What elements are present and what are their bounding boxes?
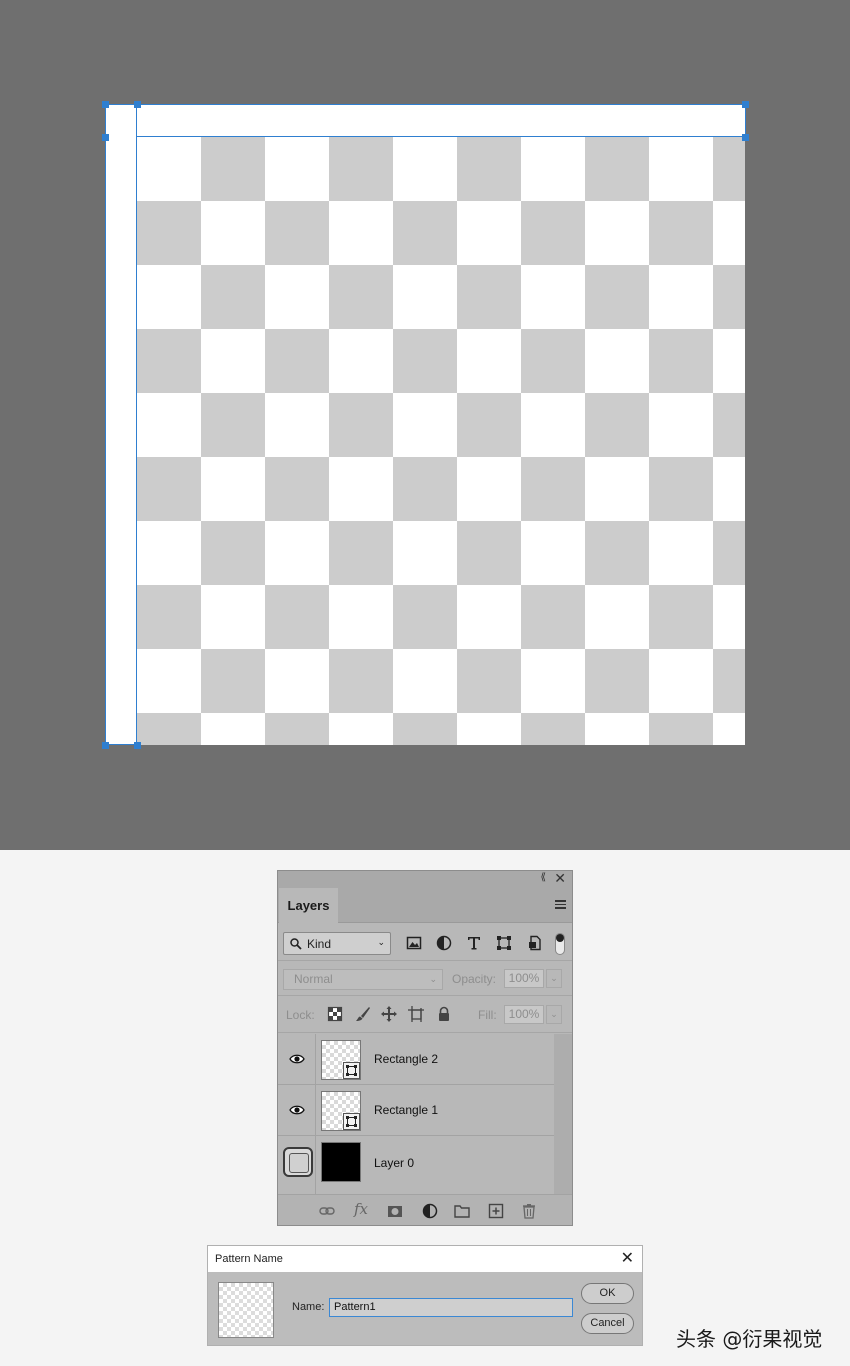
- panel-bottom-toolbar: fx: [278, 1194, 572, 1225]
- new-layer-icon[interactable]: [488, 1203, 504, 1219]
- anchor-point[interactable]: [133, 741, 141, 749]
- chevron-down-icon: ⌄: [429, 974, 437, 984]
- eye-icon: [289, 1105, 305, 1115]
- filter-kind-label: Kind: [307, 936, 332, 951]
- layer-thumbnail[interactable]: [321, 1040, 361, 1080]
- filter-kind-select[interactable]: Kind ⌄: [283, 932, 391, 955]
- shape-filter-icon[interactable]: [496, 935, 512, 951]
- anchor-point[interactable]: [101, 741, 109, 749]
- pattern-name-input[interactable]: Pattern1: [329, 1298, 573, 1317]
- anchor-point[interactable]: [133, 100, 141, 108]
- layer-name[interactable]: Rectangle 2: [374, 1052, 438, 1066]
- layer-thumbnail[interactable]: [321, 1142, 361, 1182]
- dialog-title: Pattern Name: [215, 1253, 283, 1265]
- rectangle-1-shape[interactable]: [105, 104, 137, 745]
- lock-image-pixels-icon[interactable]: [355, 1006, 371, 1022]
- layer-name[interactable]: Layer 0: [374, 1156, 414, 1170]
- lock-artboard-icon[interactable]: [408, 1006, 424, 1022]
- opacity-label: Opacity:: [452, 972, 497, 986]
- canvas-area[interactable]: [0, 0, 850, 850]
- panel-title-bar: ⟪ ✕: [278, 870, 572, 888]
- layers-panel: ⟪ ✕ Layers Kind ⌄ Normal ⌄ Opacity: 100%…: [277, 870, 573, 1226]
- add-mask-icon[interactable]: [387, 1203, 403, 1219]
- adjustment-filter-icon[interactable]: [436, 935, 452, 951]
- dialog-title-bar: Pattern Name ✕: [208, 1246, 642, 1272]
- name-label: Name:: [292, 1301, 325, 1313]
- adjustment-layer-icon[interactable]: [422, 1203, 438, 1219]
- visibility-toggle[interactable]: [278, 1034, 316, 1084]
- lock-label: Lock:: [286, 1008, 315, 1022]
- blend-mode-select[interactable]: Normal ⌄: [283, 969, 443, 990]
- document-checkerboard[interactable]: [105, 105, 745, 745]
- panel-menu-icon[interactable]: [555, 900, 566, 911]
- fill-dropdown-icon[interactable]: ⌄: [546, 1005, 562, 1024]
- layer-name[interactable]: Rectangle 1: [374, 1103, 438, 1117]
- layers-scrollbar[interactable]: [554, 1034, 572, 1194]
- fx-icon[interactable]: fx: [354, 1200, 370, 1218]
- panel-tabs: Layers: [278, 888, 572, 923]
- smart-object-filter-icon[interactable]: [527, 935, 543, 951]
- cancel-button[interactable]: Cancel: [581, 1313, 634, 1334]
- fill-label: Fill:: [478, 1008, 497, 1022]
- lock-position-icon[interactable]: [381, 1006, 397, 1022]
- lock-transparent-pixels-icon[interactable]: [327, 1006, 343, 1022]
- close-icon[interactable]: ✕: [621, 1246, 634, 1272]
- type-filter-icon[interactable]: [466, 935, 482, 951]
- fill-field[interactable]: 100%: [504, 1005, 544, 1024]
- shape-layer-badge-icon: [343, 1113, 360, 1130]
- pattern-preview: [218, 1282, 274, 1338]
- visibility-toggle[interactable]: [278, 1085, 316, 1135]
- rectangle-2-shape[interactable]: [105, 104, 746, 137]
- search-icon: [290, 937, 302, 950]
- chevron-down-icon: ⌄: [377, 937, 385, 947]
- blend-mode-value: Normal: [294, 972, 333, 986]
- anchor-point[interactable]: [741, 100, 749, 108]
- link-layers-icon[interactable]: [319, 1203, 335, 1219]
- eye-icon: [289, 1054, 305, 1064]
- shape-layer-badge-icon: [343, 1062, 360, 1079]
- anchor-point[interactable]: [741, 133, 749, 141]
- visibility-toggle[interactable]: [278, 1136, 316, 1194]
- filter-toggle[interactable]: [555, 933, 565, 955]
- filter-row: Kind ⌄: [278, 923, 572, 961]
- layer-row-rectangle-1[interactable]: Rectangle 1: [278, 1085, 554, 1136]
- lock-row: Lock: Fill: 100% ⌄: [278, 997, 572, 1033]
- ok-button[interactable]: OK: [581, 1283, 634, 1304]
- image-filter-icon[interactable]: [406, 935, 422, 951]
- tab-layers[interactable]: Layers: [279, 888, 338, 923]
- hidden-visibility-icon: [283, 1147, 313, 1177]
- lock-all-icon[interactable]: [436, 1006, 452, 1022]
- opacity-field[interactable]: 100%: [504, 969, 544, 988]
- trash-icon[interactable]: [521, 1203, 537, 1219]
- blend-row: Normal ⌄ Opacity: 100% ⌄: [278, 962, 572, 996]
- layer-row-layer-0[interactable]: Layer 0: [278, 1136, 554, 1194]
- anchor-point[interactable]: [101, 133, 109, 141]
- pattern-name-dialog: Pattern Name ✕ Name: Pattern1 OK Cancel: [207, 1245, 643, 1346]
- collapse-icon[interactable]: ⟪: [540, 872, 546, 883]
- folder-icon[interactable]: [454, 1203, 470, 1219]
- close-icon[interactable]: ✕: [554, 870, 566, 887]
- layers-list: Rectangle 2 Rectangle 1 Layer 0: [278, 1034, 554, 1194]
- layer-row-rectangle-2[interactable]: Rectangle 2: [278, 1034, 554, 1085]
- layer-thumbnail[interactable]: [321, 1091, 361, 1131]
- opacity-dropdown-icon[interactable]: ⌄: [546, 969, 562, 988]
- anchor-point[interactable]: [101, 100, 109, 108]
- watermark-text: 头条 @衍果视觉: [676, 1327, 823, 1351]
